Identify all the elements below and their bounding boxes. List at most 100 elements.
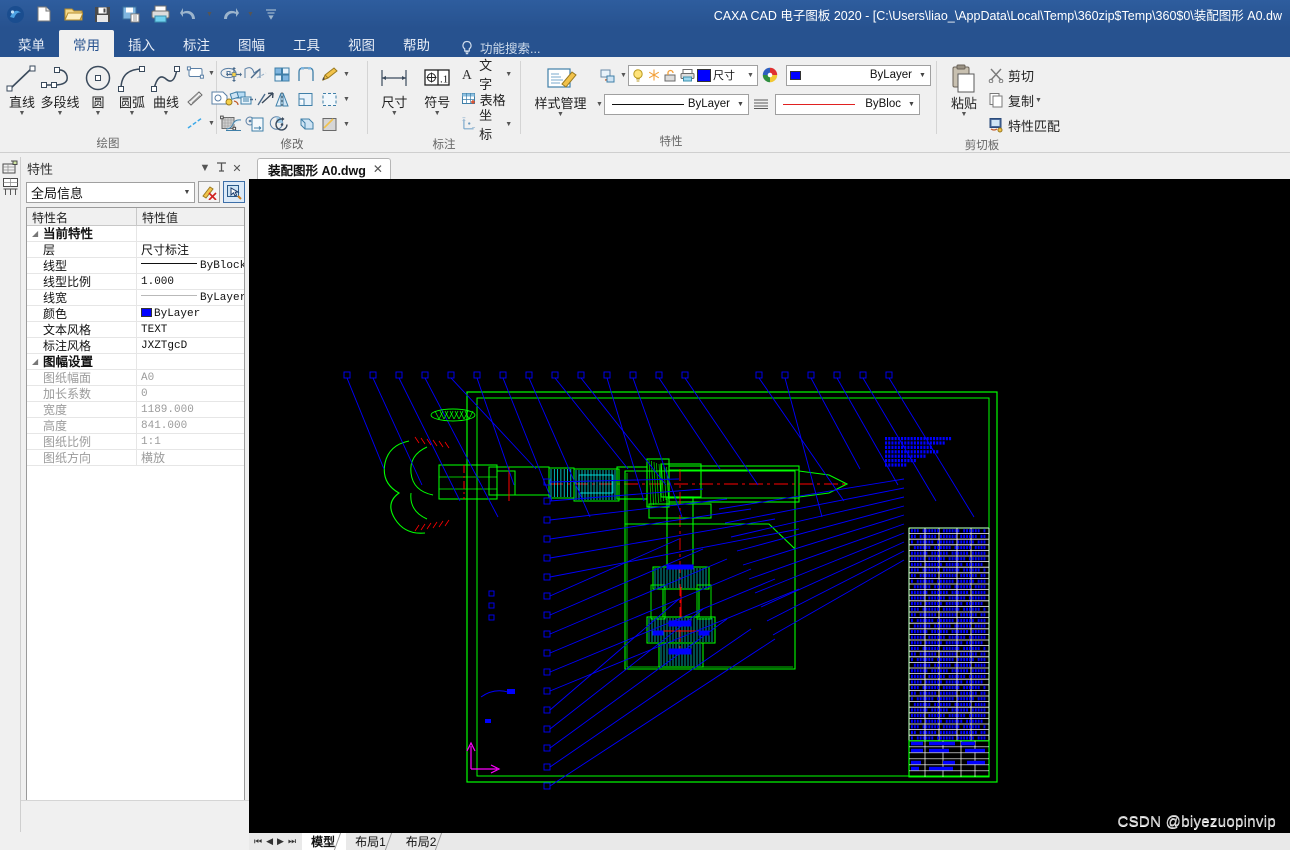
layer-name-icon[interactable]: 尺寸 — [713, 68, 735, 82]
ribbon-tab-menu[interactable]: 菜单 — [4, 31, 59, 57]
draw-arc-caret[interactable]: ▼ — [129, 110, 136, 118]
first-sheet-button[interactable]: ⏮ — [254, 836, 262, 847]
explode-caret-icon[interactable]: ▼ — [342, 121, 351, 128]
chamfer-icon[interactable] — [294, 87, 318, 111]
text-caret-icon[interactable]: ▼ — [504, 71, 513, 78]
layer-transfer-icon[interactable] — [595, 63, 619, 87]
redo-icon[interactable] — [217, 2, 243, 26]
draw-spline-button[interactable]: 曲线 ▼ — [149, 60, 183, 118]
property-row[interactable]: 加长系数 0 — [27, 385, 244, 402]
property-row[interactable]: 高度 841.000 — [27, 417, 244, 434]
open-file-icon[interactable] — [60, 2, 86, 26]
print-layer-icon[interactable] — [680, 68, 695, 82]
property-row[interactable]: 标注风格 JXZTgcD — [27, 337, 244, 354]
trim-icon[interactable] — [246, 62, 270, 86]
draw-polyline-button[interactable]: 多段线 ▼ — [39, 60, 81, 118]
offset-icon[interactable] — [318, 87, 342, 111]
paste-caret[interactable]: ▼ — [961, 111, 968, 119]
draw-circle-caret[interactable]: ▼ — [95, 110, 102, 118]
print-icon[interactable] — [147, 2, 173, 26]
customize-qat-icon[interactable] — [258, 2, 284, 26]
lock-icon[interactable] — [663, 68, 678, 83]
vtab-properties[interactable] — [0, 157, 20, 177]
text-button[interactable]: A 文字 ▼ — [459, 58, 515, 92]
style-manager-button[interactable]: 样式管理 ▼ — [526, 61, 595, 119]
ribbon-tab-sheet[interactable]: 图幅 — [224, 31, 279, 57]
pencil-edit-caret-icon[interactable]: ▼ — [342, 71, 351, 78]
draw-arc-button[interactable]: 圆弧 ▼ — [115, 60, 149, 118]
property-row[interactable]: 层尺寸标注 — [27, 241, 244, 258]
layer-state-caret-icon[interactable]: ▼ — [746, 72, 755, 79]
layer-state-toolbar[interactable]: 尺寸 ▼ — [628, 64, 758, 86]
array-icon[interactable] — [270, 62, 294, 86]
undo-dropdown-icon[interactable]: ▼ — [205, 11, 214, 18]
explode-icon[interactable] — [318, 112, 342, 136]
lineweight-combo-caret-icon[interactable]: ▼ — [905, 101, 918, 108]
rectangle-icon[interactable] — [183, 61, 207, 85]
pin-icon[interactable] — [213, 160, 229, 176]
next-sheet-button[interactable]: ▶ — [277, 836, 284, 847]
properties-scope-caret-icon[interactable]: ▼ — [180, 189, 194, 196]
redo-dropdown-icon[interactable]: ▼ — [246, 11, 255, 18]
linetype-list-caret-icon[interactable]: ▼ — [595, 101, 604, 108]
ribbon-tab-help[interactable]: 帮助 — [389, 31, 444, 57]
save-as-icon[interactable] — [118, 2, 144, 26]
property-group-row[interactable]: ◢ 图幅设置 — [27, 353, 244, 370]
coordinate-button[interactable]: 坐标 ▼ — [459, 108, 515, 142]
draw-line-caret[interactable]: ▼ — [19, 110, 26, 118]
property-row[interactable]: 线型 ByBlock — [27, 257, 244, 274]
linetype-combo-caret-icon[interactable]: ▼ — [734, 101, 747, 108]
paste-button[interactable]: 粘贴 ▼ — [942, 61, 986, 119]
property-row[interactable]: 图纸幅面 A0 — [27, 369, 244, 386]
dimension-caret[interactable]: ▼ — [391, 110, 398, 118]
property-row[interactable]: 图纸方向 横放 — [27, 449, 244, 466]
close-icon[interactable]: ✕ — [229, 160, 245, 176]
fillet-icon[interactable] — [294, 62, 318, 86]
scale-icon[interactable] — [294, 112, 318, 136]
rotate-icon[interactable] — [270, 112, 294, 136]
property-group-row[interactable]: ◢ 当前特性 — [27, 225, 244, 242]
undo-icon[interactable] — [176, 2, 202, 26]
lightbulb-icon[interactable] — [631, 68, 645, 83]
symbol-button[interactable]: .1 符号 ▼ — [416, 60, 459, 118]
properties-scope-combo[interactable]: 全局信息 ▼ — [26, 181, 195, 203]
ribbon-tab-home[interactable]: 常用 — [59, 30, 114, 57]
color-wheel-icon[interactable] — [758, 63, 782, 87]
ribbon-tab-tools[interactable]: 工具 — [279, 31, 334, 57]
centerline-caret-icon[interactable]: ▼ — [207, 120, 216, 127]
draw-polyline-caret[interactable]: ▼ — [57, 110, 64, 118]
ribbon-tab-annotate[interactable]: 标注 — [169, 31, 224, 57]
expand-collapse-icon[interactable]: ◢ — [32, 354, 38, 370]
property-row[interactable]: 宽度 1189.000 — [27, 401, 244, 418]
property-row[interactable]: 线宽 ByLayer — [27, 289, 244, 306]
clear-properties-button[interactable] — [198, 181, 220, 203]
last-sheet-button[interactable]: ⏭ — [288, 836, 296, 847]
vtab-library[interactable] — [0, 177, 20, 196]
document-tab-close-icon[interactable]: ✕ — [373, 162, 383, 176]
offset-caret-icon[interactable]: ▼ — [342, 96, 351, 103]
sheet-tab-model[interactable]: 模型 — [302, 833, 350, 850]
pencil-edit-icon[interactable] — [318, 62, 342, 86]
lineweight-icon[interactable] — [749, 92, 773, 116]
freeze-icon[interactable] — [647, 68, 661, 83]
mirror-icon[interactable] — [270, 87, 294, 111]
break-icon[interactable] — [246, 112, 270, 136]
property-row[interactable]: 文本风格 TEXT — [27, 321, 244, 338]
match-properties-button[interactable]: 特性匹配 — [986, 113, 1062, 137]
dimension-button[interactable]: 尺寸 ▼ — [373, 60, 416, 118]
symbol-caret[interactable]: ▼ — [434, 110, 441, 118]
coordinate-caret-icon[interactable]: ▼ — [504, 121, 513, 128]
color-box-icon[interactable] — [697, 68, 711, 82]
style-manager-caret[interactable]: ▼ — [557, 111, 564, 119]
expand-collapse-icon[interactable]: ◢ — [32, 226, 38, 242]
centerline-icon[interactable] — [183, 111, 207, 135]
copy-button[interactable]: 复制 ▼ — [986, 88, 1062, 112]
save-icon[interactable] — [89, 2, 115, 26]
stretch-icon[interactable] — [222, 112, 246, 136]
cad-canvas[interactable] — [249, 179, 1290, 832]
prev-sheet-button[interactable]: ◀ — [266, 836, 273, 847]
rectangle-caret-icon[interactable]: ▼ — [207, 70, 216, 77]
new-file-icon[interactable] — [31, 2, 57, 26]
lineweight-combo[interactable]: ByBloc ▼ — [775, 93, 920, 115]
copy-move-icon[interactable] — [222, 87, 246, 111]
